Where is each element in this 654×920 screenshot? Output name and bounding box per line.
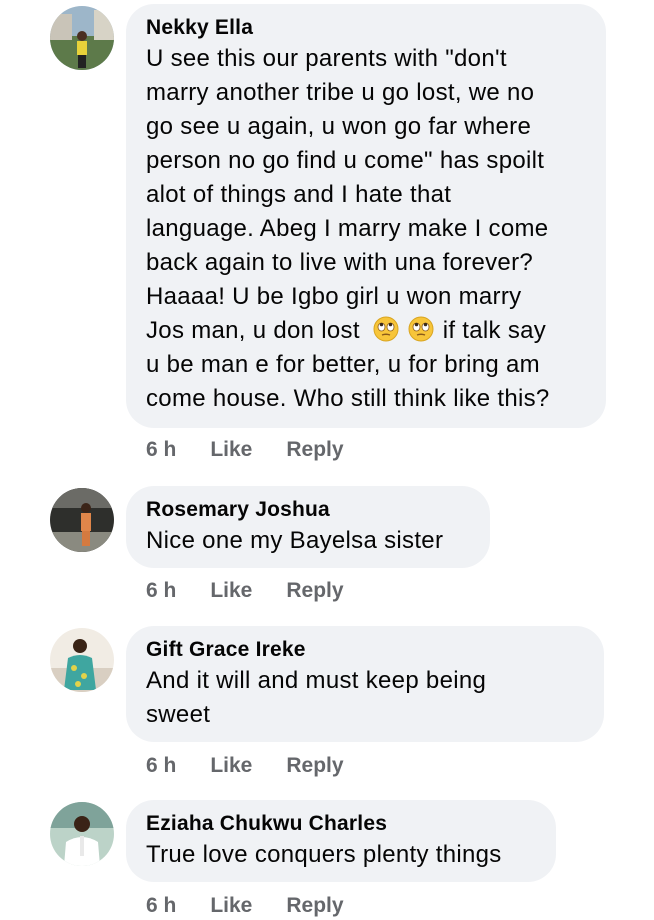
comment-text-line: Jos man, u don lost if talk say bbox=[146, 314, 586, 348]
comment-timestamp[interactable]: 6 h bbox=[146, 752, 176, 780]
reply-button[interactable]: Reply bbox=[286, 436, 343, 464]
comment-author[interactable]: Gift Grace Ireke bbox=[146, 636, 584, 664]
comment-timestamp[interactable]: 6 h bbox=[146, 892, 176, 920]
comment-text: True love conquers plenty things bbox=[146, 841, 502, 868]
comment-text-line: marry another tribe u go lost, we no bbox=[146, 79, 535, 106]
comment-actions: 6 h Like Reply bbox=[146, 577, 344, 605]
comment-text-line: language. Abeg I marry make I come bbox=[146, 215, 549, 242]
comment-actions: 6 h Like Reply bbox=[146, 752, 344, 780]
comment-bubble: Nekky Ella U see this our parents with "… bbox=[126, 4, 606, 428]
reply-button[interactable]: Reply bbox=[286, 577, 343, 605]
comment-bubble: Gift Grace Ireke And it will and must ke… bbox=[126, 626, 604, 742]
comment-bubble: Rosemary Joshua Nice one my Bayelsa sist… bbox=[126, 486, 490, 568]
comment-text-line: Haaaa! U be Igbo girl u won marry bbox=[146, 283, 522, 310]
comment-author[interactable]: Rosemary Joshua bbox=[146, 496, 470, 524]
comment-text-line: u be man e for better, u for bring am bbox=[146, 351, 540, 378]
comment-text-line: back again to live with una forever? bbox=[146, 249, 534, 276]
comment-timestamp[interactable]: 6 h bbox=[146, 577, 176, 605]
comment-actions: 6 h Like Reply bbox=[146, 892, 344, 920]
face-with-rolling-eyes-icon bbox=[408, 316, 434, 342]
reply-button[interactable]: Reply bbox=[286, 892, 343, 920]
face-with-rolling-eyes-icon bbox=[373, 316, 399, 342]
like-button[interactable]: Like bbox=[210, 436, 252, 464]
comment-bubble: Eziaha Chukwu Charles True love conquers… bbox=[126, 800, 556, 882]
comment-text-line: alot of things and I hate that bbox=[146, 181, 452, 208]
comment-timestamp[interactable]: 6 h bbox=[146, 436, 176, 464]
comment-text-line: come house. Who still think like this? bbox=[146, 385, 550, 412]
comment-text-line: U see this our parents with "don't bbox=[146, 45, 507, 72]
comment-author[interactable]: Nekky Ella bbox=[146, 14, 586, 42]
comment-text-segment: if talk say bbox=[442, 317, 547, 344]
like-button[interactable]: Like bbox=[210, 892, 252, 920]
avatar[interactable] bbox=[50, 6, 114, 70]
avatar[interactable] bbox=[50, 628, 114, 692]
avatar[interactable] bbox=[50, 488, 114, 552]
comment-text: Nice one my Bayelsa sister bbox=[146, 527, 444, 554]
comment-text: U see this our parents with "don't marry… bbox=[146, 42, 586, 416]
comment-text-segment: Jos man, u don lost bbox=[146, 317, 360, 344]
comment-text-line: And it will and must keep being bbox=[146, 667, 487, 694]
comment-text: And it will and must keep being sweet bbox=[146, 664, 584, 732]
reply-button[interactable]: Reply bbox=[286, 752, 343, 780]
comment-author[interactable]: Eziaha Chukwu Charles bbox=[146, 810, 536, 838]
like-button[interactable]: Like bbox=[210, 577, 252, 605]
comment-text-line: go see u again, u won go far where bbox=[146, 113, 532, 140]
avatar[interactable] bbox=[50, 802, 114, 866]
comment-text-line: person no go find u come" has spoilt bbox=[146, 147, 545, 174]
comment-actions: 6 h Like Reply bbox=[146, 436, 344, 464]
comment-text-line: sweet bbox=[146, 701, 211, 728]
like-button[interactable]: Like bbox=[210, 752, 252, 780]
